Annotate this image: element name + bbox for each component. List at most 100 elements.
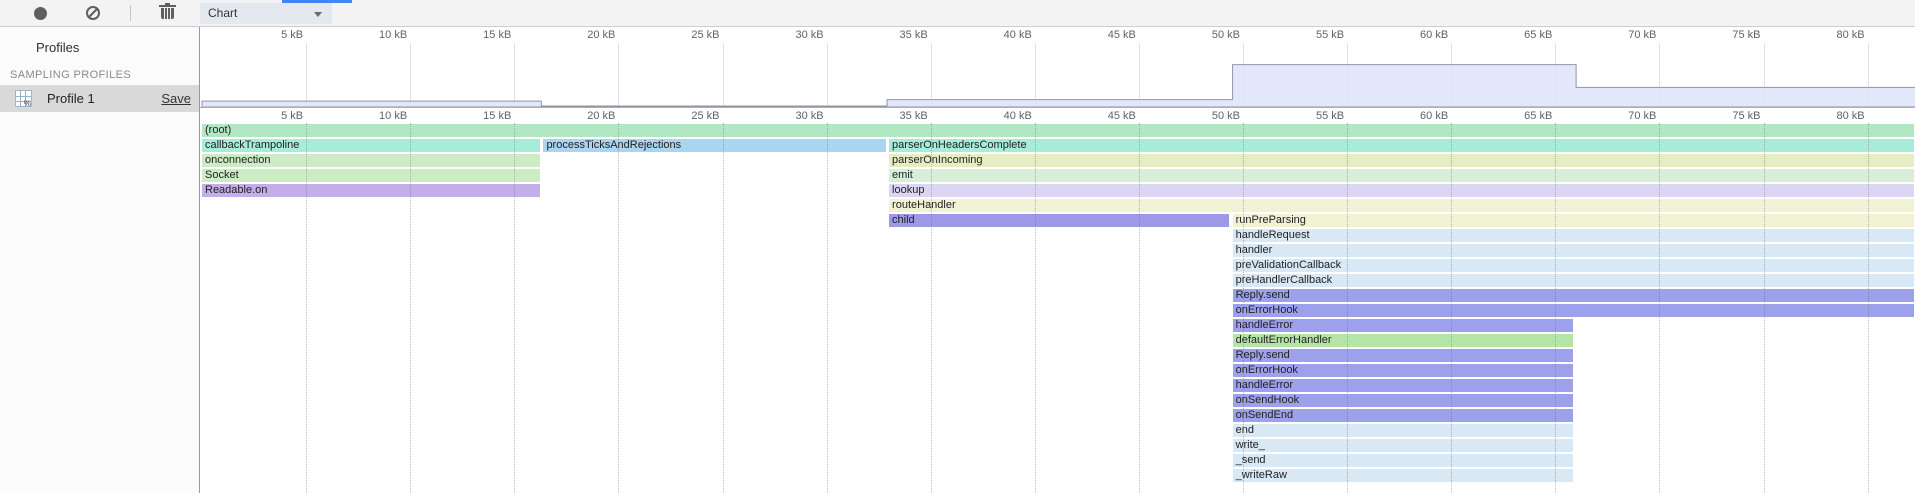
toolbar-separator xyxy=(130,5,131,21)
ruler-tick-label: 25 kB xyxy=(691,110,719,122)
flame-bar[interactable]: onSendEnd xyxy=(1233,409,1573,422)
flame-bar[interactable]: defaultErrorHandler xyxy=(1233,334,1573,347)
ruler-tick-label: 70 kB xyxy=(1628,110,1656,122)
flame-bar[interactable]: routeHandler xyxy=(889,199,1914,212)
ruler-tick-label: 35 kB xyxy=(900,29,928,41)
ruler-tick-label: 5 kB xyxy=(281,110,303,122)
flame-bar[interactable]: (root) xyxy=(202,124,1914,137)
flame-bar[interactable]: Socket xyxy=(202,169,540,182)
profile-list-item[interactable]: % Profile 1 Save xyxy=(0,85,199,112)
ruler-tick-label: 65 kB xyxy=(1524,29,1552,41)
flame-bar[interactable]: preValidationCallback xyxy=(1233,259,1914,272)
grid-line-dotted xyxy=(1659,123,1660,493)
ruler-tick-label: 40 kB xyxy=(1004,110,1032,122)
flame-bar[interactable]: Readable.on xyxy=(202,184,540,197)
sampling-profiles-header: SAMPLING PROFILES xyxy=(10,69,131,81)
flame-bar[interactable]: handler xyxy=(1233,244,1914,257)
flame-bar[interactable]: Reply.send xyxy=(1233,289,1914,302)
flame-bar[interactable]: write_ xyxy=(1233,439,1573,452)
grid-line-dotted xyxy=(723,123,724,493)
sidebar-title: Profiles xyxy=(36,40,79,55)
ruler-tick-label: 30 kB xyxy=(795,29,823,41)
ruler-tick-label: 55 kB xyxy=(1316,29,1344,41)
ruler-tick-label: 20 kB xyxy=(587,29,615,41)
ruler-tick-label: 50 kB xyxy=(1212,110,1240,122)
ruler-tick-label: 70 kB xyxy=(1628,29,1656,41)
grid-line-dotted xyxy=(410,123,411,493)
clear-icon xyxy=(86,6,100,20)
overview-area-path xyxy=(202,65,1915,107)
ruler-tick-label: 35 kB xyxy=(900,110,928,122)
ruler-tick-label: 10 kB xyxy=(379,29,407,41)
grid-line-dotted xyxy=(1764,123,1765,493)
flame-bar[interactable]: runPreParsing xyxy=(1233,214,1914,227)
flame-bar[interactable]: _writeRaw xyxy=(1233,469,1573,482)
flame-bar[interactable]: handleError xyxy=(1233,379,1573,392)
ruler-tick-label: 50 kB xyxy=(1212,29,1240,41)
grid-line-dotted xyxy=(931,123,932,493)
grid-line-dotted xyxy=(1035,123,1036,493)
ruler-tick-label: 60 kB xyxy=(1420,110,1448,122)
grid-line-dotted xyxy=(1139,123,1140,493)
ruler-tick-label: 55 kB xyxy=(1316,110,1344,122)
allocation-overview[interactable] xyxy=(200,43,1915,108)
grid-line-dotted xyxy=(1868,123,1869,493)
ruler-tick-label: 40 kB xyxy=(1004,29,1032,41)
record-button[interactable] xyxy=(26,0,54,26)
view-mode-select[interactable]: Chart xyxy=(200,3,332,24)
ruler-tick-label: 30 kB xyxy=(795,110,823,122)
flame-bar[interactable]: Reply.send xyxy=(1233,349,1573,362)
grid-line-dotted xyxy=(1451,123,1452,493)
flame-bar[interactable]: handleError xyxy=(1233,319,1573,332)
ruler-tick-label: 10 kB xyxy=(379,110,407,122)
grid-line-dotted xyxy=(1243,123,1244,493)
flame-bar[interactable]: lookup xyxy=(889,184,1914,197)
ruler-tick-label: 80 kB xyxy=(1836,29,1864,41)
flame-bar[interactable]: _send xyxy=(1233,454,1573,467)
flame-chart: (root) callbackTrampolineprocessTicksAndR… xyxy=(200,124,1915,493)
flame-bar[interactable]: preHandlerCallback xyxy=(1233,274,1914,287)
ruler-tick-label: 75 kB xyxy=(1732,29,1760,41)
flame-bar[interactable]: parserOnIncoming xyxy=(889,154,1914,167)
profile-icon: % xyxy=(15,90,32,107)
flame-bar[interactable]: onErrorHook xyxy=(1233,364,1573,377)
flame-bar[interactable]: handleRequest xyxy=(1233,229,1914,242)
ruler-tick-label: 45 kB xyxy=(1108,29,1136,41)
toolbar: Chart xyxy=(0,0,1915,27)
flame-bar[interactable]: processTicksAndRejections xyxy=(543,139,886,152)
flame-bar[interactable]: parserOnHeadersComplete xyxy=(889,139,1914,152)
ruler-tick-label: 80 kB xyxy=(1836,110,1864,122)
ruler-tick-label: 60 kB xyxy=(1420,29,1448,41)
grid-line-dotted xyxy=(514,123,515,493)
profile-name: Profile 1 xyxy=(47,91,95,106)
ruler-tick-label: 5 kB xyxy=(281,29,303,41)
trash-icon xyxy=(161,8,174,19)
chevron-down-icon xyxy=(314,12,322,17)
record-icon xyxy=(34,7,47,20)
profiles-sidebar: Profiles SAMPLING PROFILES % Profile 1 S… xyxy=(0,27,200,493)
flame-bar[interactable]: emit xyxy=(889,169,1914,182)
flame-bar[interactable]: onSendHook xyxy=(1233,394,1573,407)
ruler-tick-label: 75 kB xyxy=(1732,110,1760,122)
ruler-tick-label: 20 kB xyxy=(587,110,615,122)
grid-line-dotted xyxy=(1347,123,1348,493)
view-mode-value: Chart xyxy=(208,6,237,20)
flame-bar[interactable]: end xyxy=(1233,424,1573,437)
flame-bar[interactable]: child xyxy=(889,214,1229,227)
save-link[interactable]: Save xyxy=(161,91,191,106)
grid-line-dotted xyxy=(1555,123,1556,493)
flamechart-ruler: 5 kB 10 kB 15 kB 20 kB 25 kB 30 kB 35 kB 40 kB 4… xyxy=(200,107,1915,123)
ruler-tick-label: 15 kB xyxy=(483,29,511,41)
flame-bar[interactable]: callbackTrampoline xyxy=(202,139,540,152)
ruler-tick-label: 15 kB xyxy=(483,110,511,122)
overview-ruler: 5 kB10 kB15 kB20 kB25 kB30 kB35 kB40 kB4… xyxy=(200,27,1915,43)
grid-line-dotted xyxy=(306,123,307,493)
clear-profiles-button[interactable] xyxy=(79,0,107,26)
ruler-tick-label: 65 kB xyxy=(1524,110,1552,122)
grid-line-dotted xyxy=(618,123,619,493)
delete-profile-button[interactable] xyxy=(153,0,181,26)
flame-bar[interactable]: onErrorHook xyxy=(1233,304,1914,317)
flame-bar[interactable]: onconnection xyxy=(202,154,540,167)
grid-line-dotted xyxy=(827,123,828,493)
ruler-tick-label: 45 kB xyxy=(1108,110,1136,122)
